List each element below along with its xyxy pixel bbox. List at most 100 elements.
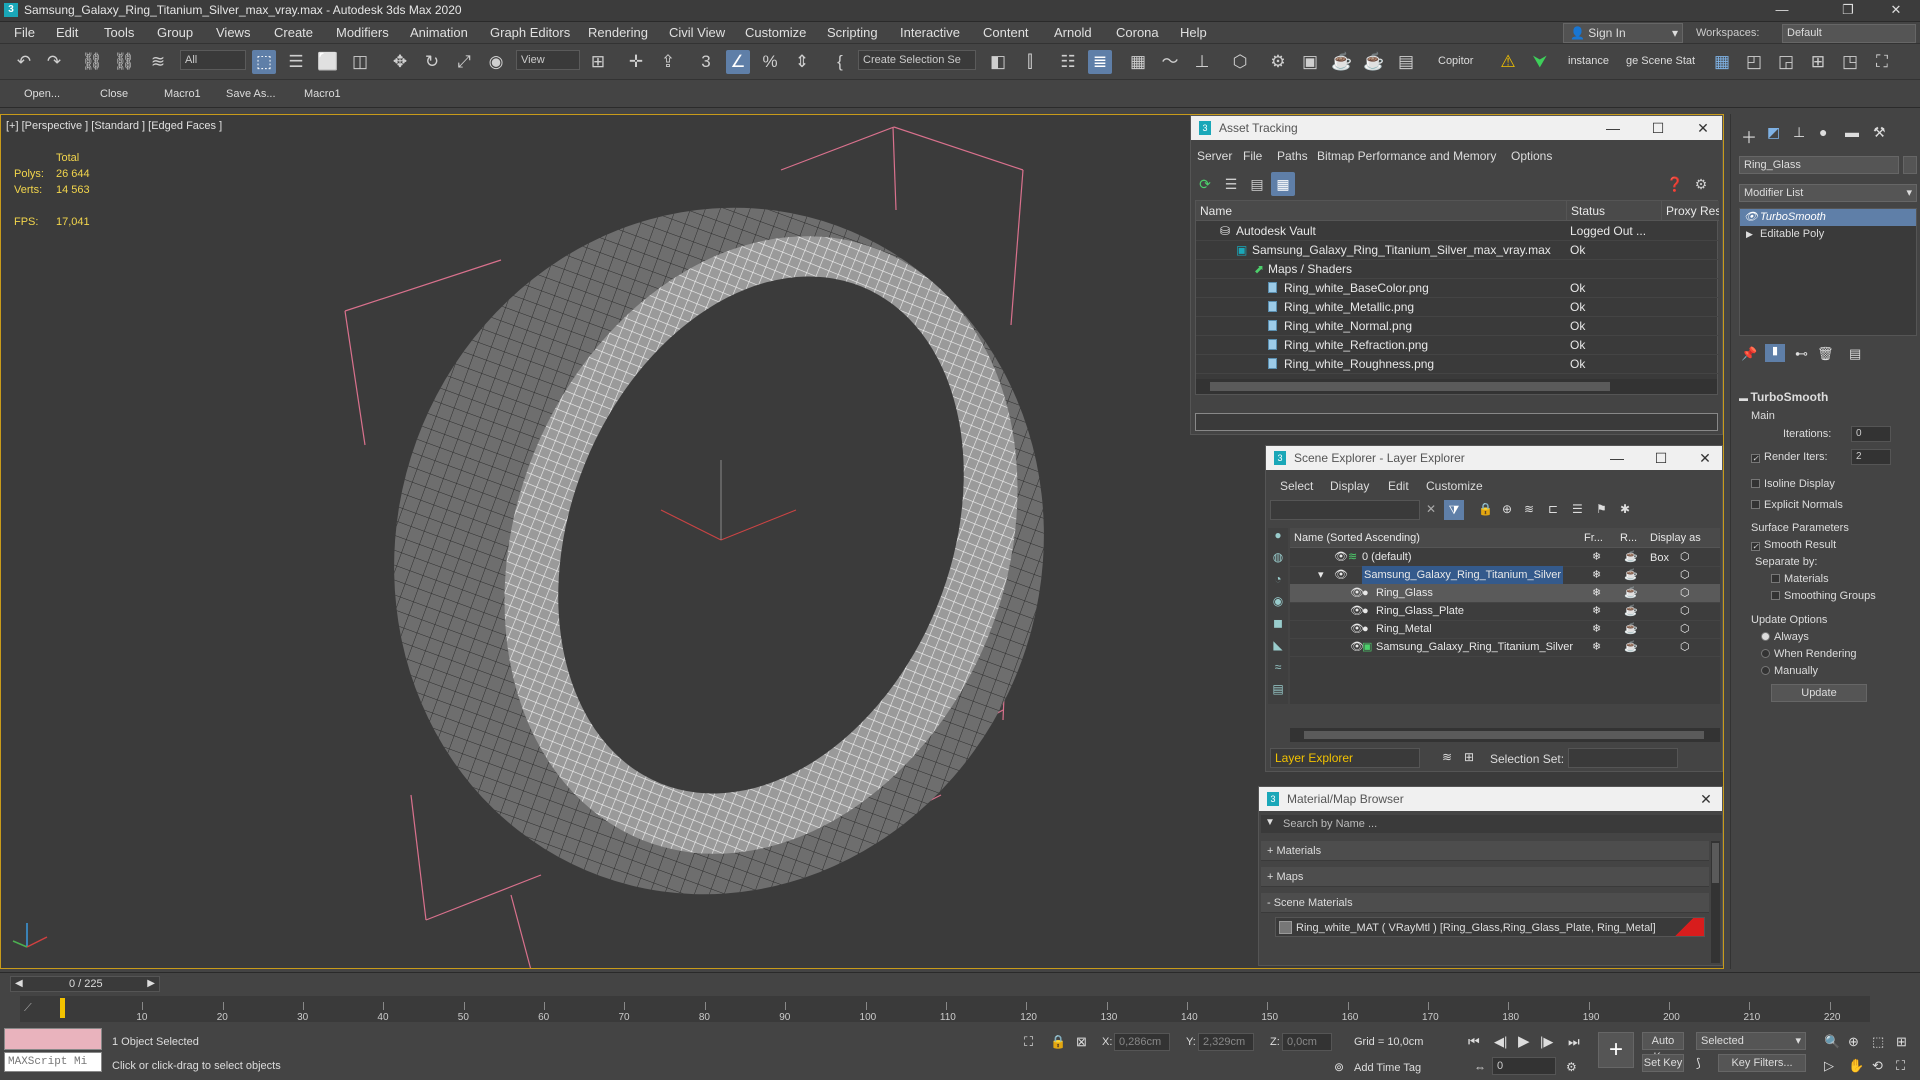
group-maps[interactable]: + Maps <box>1261 867 1709 887</box>
zoom-extents-all-icon[interactable]: ⊞ <box>1896 1034 1907 1050</box>
render-setup-icon[interactable]: ⚙ <box>1266 50 1290 74</box>
instance-label[interactable]: instance <box>1568 55 1609 67</box>
menu-graph-editors[interactable]: Graph Editors <box>490 25 570 40</box>
add-layout-icon[interactable]: ⊞ <box>1806 50 1830 74</box>
group-scene-materials[interactable]: - Scene Materials <box>1261 893 1709 913</box>
copitor-label[interactable]: Copitor <box>1438 55 1473 67</box>
maximize-icon[interactable]: ☐ <box>1646 446 1676 470</box>
asset-menu-bitmap-performance[interactable]: Bitmap Performance and Memory <box>1317 149 1496 163</box>
group-materials[interactable]: + Materials <box>1261 841 1709 861</box>
menu-rendering[interactable]: Rendering <box>588 25 648 40</box>
render-iterative-icon[interactable]: ☕ <box>1362 50 1386 74</box>
keyboard-shortcut-override-icon[interactable]: ⇪ <box>656 50 680 74</box>
layers-toggle-icon[interactable]: ≋ <box>1442 750 1452 764</box>
box-icon[interactable]: ⬡ <box>1680 602 1690 621</box>
tree-row-object[interactable]: 👁 ● Ring_Glass_Plate ❄ ☕ ⬡ <box>1290 602 1720 621</box>
shelf-save-as-button[interactable]: Save As... <box>226 88 276 100</box>
layers-icon[interactable]: ☰ <box>1572 502 1583 516</box>
scene-menu-select[interactable]: Select <box>1280 479 1313 493</box>
material-browser-titlebar[interactable]: 3 Material/Map Browser ✕ <box>1259 787 1722 811</box>
sort-icon[interactable]: ⊞ <box>1464 750 1474 764</box>
maximize-icon[interactable]: ☐ <box>1643 116 1673 140</box>
modify-tab-icon[interactable]: ◩ <box>1767 124 1780 141</box>
display-geometry-icon[interactable]: ◍ <box>1268 550 1288 572</box>
sync-icon[interactable]: ✱ <box>1620 502 1630 516</box>
scene-menu-display[interactable]: Display <box>1330 479 1369 493</box>
select-by-name-icon[interactable]: ☰ <box>284 50 308 74</box>
maximize-viewport-icon[interactable]: ⛶ <box>1870 50 1894 74</box>
manually-radio[interactable]: Manually <box>1761 665 1818 677</box>
prev-frame-icon[interactable]: ◀ <box>15 978 23 989</box>
selection-filter-dropdown[interactable]: All <box>180 50 246 70</box>
snaps-toggle-icon[interactable]: 3 <box>694 50 718 74</box>
column-name[interactable]: Name <box>1196 201 1566 221</box>
menu-content[interactable]: Content <box>983 25 1029 40</box>
material-editor-icon[interactable]: ⬡ <box>1228 50 1252 74</box>
column-status[interactable]: Status <box>1566 201 1661 221</box>
z-coordinate-field[interactable]: 0,0cm <box>1282 1033 1332 1051</box>
set-key-big-button[interactable]: + <box>1598 1032 1634 1068</box>
menu-interactive[interactable]: Interactive <box>900 25 960 40</box>
tree-row-object-selected[interactable]: 👁 ● Ring_Glass ❄ ☕ ⬡ <box>1290 584 1720 603</box>
previous-key-icon[interactable]: ◀| <box>1494 1034 1507 1050</box>
horizontal-scrollbar[interactable] <box>1196 379 1717 394</box>
pan-view-icon[interactable]: ✋ <box>1848 1058 1864 1074</box>
scene-explorer-icon[interactable]: ☷ <box>1056 50 1080 74</box>
menu-animation[interactable]: Animation <box>410 25 468 40</box>
render-teapot-icon[interactable]: ☕ <box>1624 638 1638 657</box>
display-tab-icon[interactable]: ▬ <box>1845 124 1859 140</box>
curve-editor-icon[interactable]: 〜 <box>1158 50 1182 74</box>
settings-icon[interactable]: ⚙ <box>1689 172 1713 196</box>
asset-menu-paths[interactable]: Paths <box>1277 149 1308 163</box>
key-mode-icon[interactable]: ⇔ <box>1474 1060 1486 1074</box>
next-frame-icon[interactable]: ▶ <box>147 978 155 989</box>
close-icon[interactable]: ✕ <box>1691 787 1721 811</box>
edit-named-selection-icon[interactable]: { <box>828 50 852 74</box>
box-icon[interactable]: ⬡ <box>1680 638 1690 657</box>
display-objects-icon[interactable]: ● <box>1268 528 1288 550</box>
new-layer-icon[interactable]: ⊕ <box>1502 502 1512 516</box>
redo-icon[interactable]: ↷ <box>42 50 66 74</box>
restore-button[interactable]: ❐ <box>1826 0 1870 22</box>
display-spacewarps-icon[interactable]: ≈ <box>1268 660 1288 682</box>
close-icon[interactable]: ✕ <box>1688 116 1718 140</box>
unlink-icon[interactable]: ⛓ <box>112 50 136 74</box>
highlight-icon[interactable]: ⚑ <box>1596 502 1607 516</box>
table-row[interactable]: Ring_white_Metallic.png Ok <box>1196 298 1719 317</box>
render-production-icon[interactable]: ☕ <box>1330 50 1354 74</box>
table-row[interactable]: Ring_white_BaseColor.png Ok <box>1196 279 1719 298</box>
viewport-label[interactable]: [+] [Perspective ] [Standard ] [Edged Fa… <box>6 120 222 132</box>
rollout-turbosmooth[interactable]: ▬ TurboSmooth <box>1739 390 1917 406</box>
minimize-icon[interactable]: — <box>1598 116 1628 140</box>
menu-corona[interactable]: Corona <box>1116 25 1159 40</box>
select-manipulate-icon[interactable]: ✛ <box>624 50 648 74</box>
horizontal-scrollbar[interactable] <box>1290 728 1720 742</box>
current-frame-marker[interactable] <box>60 998 65 1018</box>
time-tag-icon[interactable]: ⊚ <box>1334 1060 1344 1074</box>
table-row[interactable]: ⬈ Maps / Shaders <box>1196 260 1719 279</box>
selection-set-dropdown[interactable] <box>1568 748 1678 768</box>
rotate-icon[interactable]: ↻ <box>420 50 444 74</box>
freeze-icon[interactable]: ❄ <box>1592 548 1601 567</box>
eye-icon[interactable]: 👁 <box>1744 209 1758 226</box>
select-object-icon[interactable]: ⬚ <box>252 50 276 74</box>
menu-modifiers[interactable]: Modifiers <box>336 25 389 40</box>
update-button[interactable]: Update <box>1771 684 1867 702</box>
list-view-icon[interactable]: ☰ <box>1219 172 1243 196</box>
object-color-swatch[interactable] <box>1903 156 1917 174</box>
pin-stack-icon[interactable]: 📌 <box>1741 346 1757 362</box>
scene-search-input[interactable] <box>1270 500 1420 520</box>
column-freeze[interactable]: Fr... <box>1580 528 1616 548</box>
scene-explorer-titlebar[interactable]: 3 Scene Explorer - Layer Explorer — ☐ ✕ <box>1266 446 1722 470</box>
menu-help[interactable]: Help <box>1180 25 1207 40</box>
minimize-button[interactable]: — <box>1760 0 1804 22</box>
column-display-as-box[interactable]: Display as Box <box>1646 528 1720 564</box>
freeze-icon[interactable]: ❄ <box>1592 566 1601 585</box>
schematic-view-icon[interactable]: ⊥ <box>1190 50 1214 74</box>
zoom-extents-icon[interactable]: ⬚ <box>1872 1034 1884 1050</box>
link-icon[interactable]: ⛓ <box>80 50 104 74</box>
when-rendering-radio[interactable]: When Rendering <box>1761 648 1857 660</box>
help-icon[interactable]: ❓ <box>1663 172 1687 196</box>
workspace-dropdown[interactable]: Default <box>1782 24 1916 43</box>
y-coordinate-field[interactable]: 2,329cm <box>1198 1033 1254 1051</box>
